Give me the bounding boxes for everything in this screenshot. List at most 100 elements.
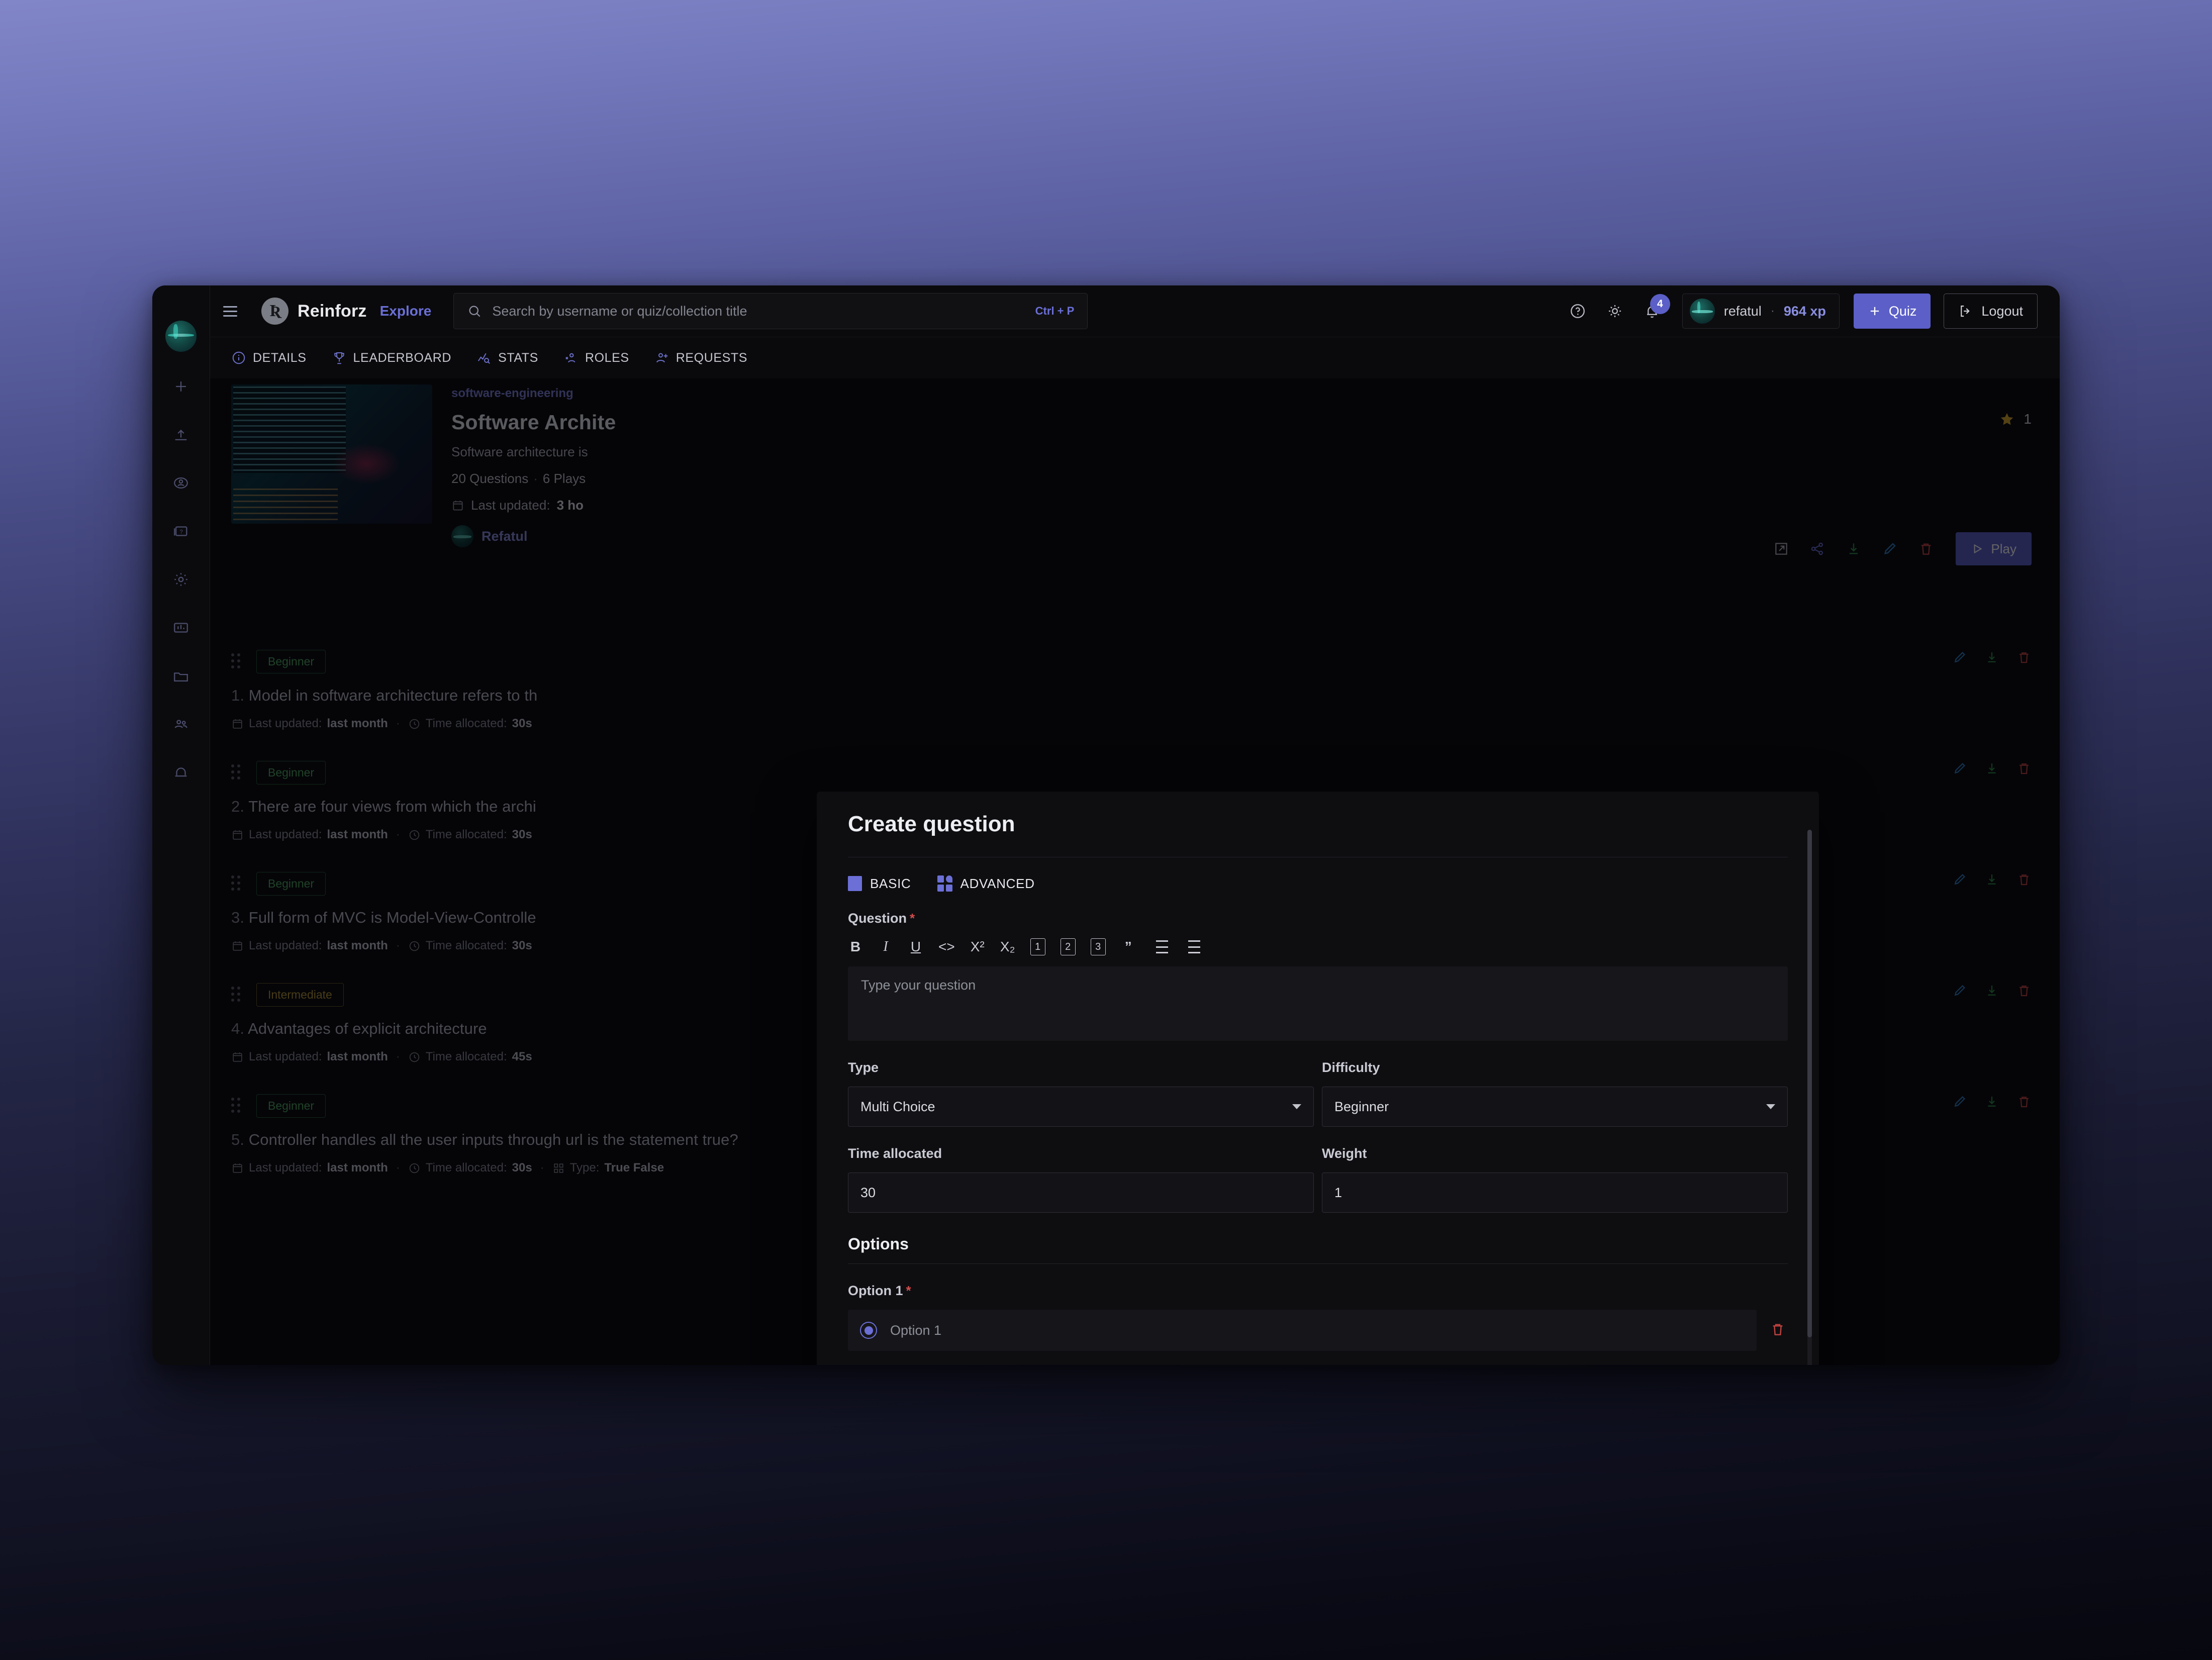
type-difficulty-row: Type Multi Choice Difficulty Beginner <box>848 1041 1788 1127</box>
help-icon[interactable] <box>1563 296 1593 326</box>
option-input[interactable]: Option 1 <box>848 1310 1757 1351</box>
unordered-list-icon[interactable] <box>1183 940 1200 953</box>
sidebar-item-quizzes[interactable]: ? <box>164 515 198 548</box>
user-xp: 964 xp <box>1784 304 1826 319</box>
logout-icon <box>1958 304 1973 319</box>
type-label: Type <box>848 1060 1314 1076</box>
sidebar-item-upload[interactable] <box>164 418 198 451</box>
weight-input[interactable]: 1 <box>1322 1173 1788 1213</box>
tab-roles-label: ROLES <box>585 351 629 365</box>
brand-name: Reinforz <box>298 302 367 321</box>
svg-text:?: ? <box>180 529 183 535</box>
sidebar-item-create[interactable] <box>164 370 198 403</box>
difficulty-value: Beginner <box>1334 1099 1389 1115</box>
plus-icon <box>1868 304 1882 318</box>
italic-icon[interactable]: I <box>878 938 893 955</box>
delete-option-icon[interactable] <box>1770 1321 1788 1339</box>
option-placeholder: Option 1 <box>890 1323 941 1338</box>
create-question-modal: Create question BASIC ADVANCED Q <box>817 792 1819 1365</box>
difficulty-label: Difficulty <box>1322 1060 1788 1076</box>
time-allocated-value: 30 <box>860 1185 876 1201</box>
user-role-icon <box>563 350 579 365</box>
explore-link[interactable]: Explore <box>380 303 432 319</box>
question-textarea[interactable]: Type your question <box>848 966 1788 1041</box>
logout-button[interactable]: Logout <box>1944 294 2038 329</box>
time-allocated-label: Time allocated <box>848 1146 1314 1161</box>
tab-bar: DETAILS LEADERBOARD STATS ROLES REQUESTS <box>210 337 2060 378</box>
sidebar-item-notifications[interactable] <box>164 756 198 789</box>
options-section-title: Options <box>848 1235 1788 1253</box>
user-plus-icon <box>654 350 669 365</box>
type-value: Multi Choice <box>860 1099 935 1115</box>
avatar <box>1690 299 1715 324</box>
content-area: software-engineering Software Archite So… <box>210 378 2060 1365</box>
menu-icon[interactable] <box>223 298 250 325</box>
app-window: ? Ʀ Reinforz Explore <box>152 285 2060 1365</box>
sidebar-item-groups[interactable] <box>164 708 198 741</box>
mode-advanced-label: ADVANCED <box>960 876 1035 892</box>
info-icon <box>231 350 246 365</box>
time-weight-row: Time allocated 30 Weight 1 <box>848 1127 1788 1213</box>
heading-2-icon[interactable]: 2 <box>1061 938 1076 955</box>
superscript-icon[interactable]: X² <box>970 938 985 955</box>
type-select[interactable]: Multi Choice <box>848 1087 1314 1127</box>
tab-details[interactable]: DETAILS <box>231 350 307 365</box>
blocks-icon <box>937 875 952 892</box>
search-shortcut: Ctrl + P <box>1035 305 1075 318</box>
subscript-icon[interactable]: X₂ <box>1000 938 1015 955</box>
heading-3-icon[interactable]: 3 <box>1091 938 1106 955</box>
sidebar-avatar[interactable] <box>165 321 197 352</box>
ordered-list-icon[interactable] <box>1151 940 1168 953</box>
question-placeholder: Type your question <box>861 978 976 993</box>
underline-icon[interactable]: U <box>908 938 923 955</box>
modal-scrollbar[interactable] <box>1807 830 1812 1365</box>
search-icon <box>467 304 482 319</box>
weight-label: Weight <box>1322 1146 1788 1161</box>
top-bar: Ʀ Reinforz Explore Search by username or… <box>210 285 2060 337</box>
option-block: Option 1* Option 1 <box>848 1283 1788 1351</box>
mode-basic[interactable]: BASIC <box>848 876 911 892</box>
rich-text-toolbar: B I U <> X² X₂ 1 2 3 ” <box>848 938 1788 955</box>
question-field-label: Question* <box>848 911 1788 926</box>
heading-1-icon[interactable]: 1 <box>1030 938 1045 955</box>
chart-line-icon <box>476 350 492 365</box>
chevron-down-icon <box>1292 1104 1301 1109</box>
mode-basic-label: BASIC <box>870 876 911 892</box>
sidebar-item-analytics[interactable] <box>164 611 198 644</box>
weight-value: 1 <box>1334 1185 1342 1201</box>
tab-requests[interactable]: REQUESTS <box>654 350 747 365</box>
tab-stats[interactable]: STATS <box>476 350 538 365</box>
user-separator: · <box>1771 304 1775 318</box>
code-icon[interactable]: <> <box>938 938 955 955</box>
main-area: Ʀ Reinforz Explore Search by username or… <box>210 285 2060 1365</box>
required-marker: * <box>910 911 915 926</box>
mode-advanced[interactable]: ADVANCED <box>937 875 1035 892</box>
add-quiz-button[interactable]: Quiz <box>1854 294 1931 329</box>
difficulty-select[interactable]: Beginner <box>1322 1087 1788 1127</box>
mode-switcher: BASIC ADVANCED <box>848 875 1788 892</box>
logout-label: Logout <box>1981 304 2023 319</box>
bold-icon[interactable]: B <box>848 938 863 955</box>
brand[interactable]: Ʀ Reinforz <box>261 298 367 325</box>
square-icon <box>848 876 862 891</box>
tab-leaderboard[interactable]: LEADERBOARD <box>332 350 452 365</box>
required-marker: * <box>906 1283 911 1298</box>
tab-roles[interactable]: ROLES <box>563 350 629 365</box>
sidebar-item-profile[interactable] <box>164 466 198 500</box>
add-quiz-label: Quiz <box>1889 304 1917 319</box>
search-input[interactable]: Search by username or quiz/collection ti… <box>453 293 1088 329</box>
theme-toggle-icon[interactable] <box>1600 296 1630 326</box>
option-radio[interactable] <box>860 1322 877 1339</box>
option-label: Option 1* <box>848 1283 1788 1299</box>
notifications-icon[interactable]: 4 <box>1637 296 1667 326</box>
sidebar-item-collections[interactable] <box>164 659 198 693</box>
blockquote-icon[interactable]: ” <box>1121 938 1136 955</box>
chevron-down-icon <box>1766 1104 1775 1109</box>
tab-requests-label: REQUESTS <box>676 351 747 365</box>
trophy-icon <box>332 350 347 365</box>
tab-leaderboard-label: LEADERBOARD <box>353 351 452 365</box>
modal-title: Create question <box>848 812 1788 837</box>
sidebar-item-settings[interactable] <box>164 563 198 596</box>
time-allocated-input[interactable]: 30 <box>848 1173 1314 1213</box>
user-chip[interactable]: refatul · 964 xp <box>1682 294 1840 329</box>
